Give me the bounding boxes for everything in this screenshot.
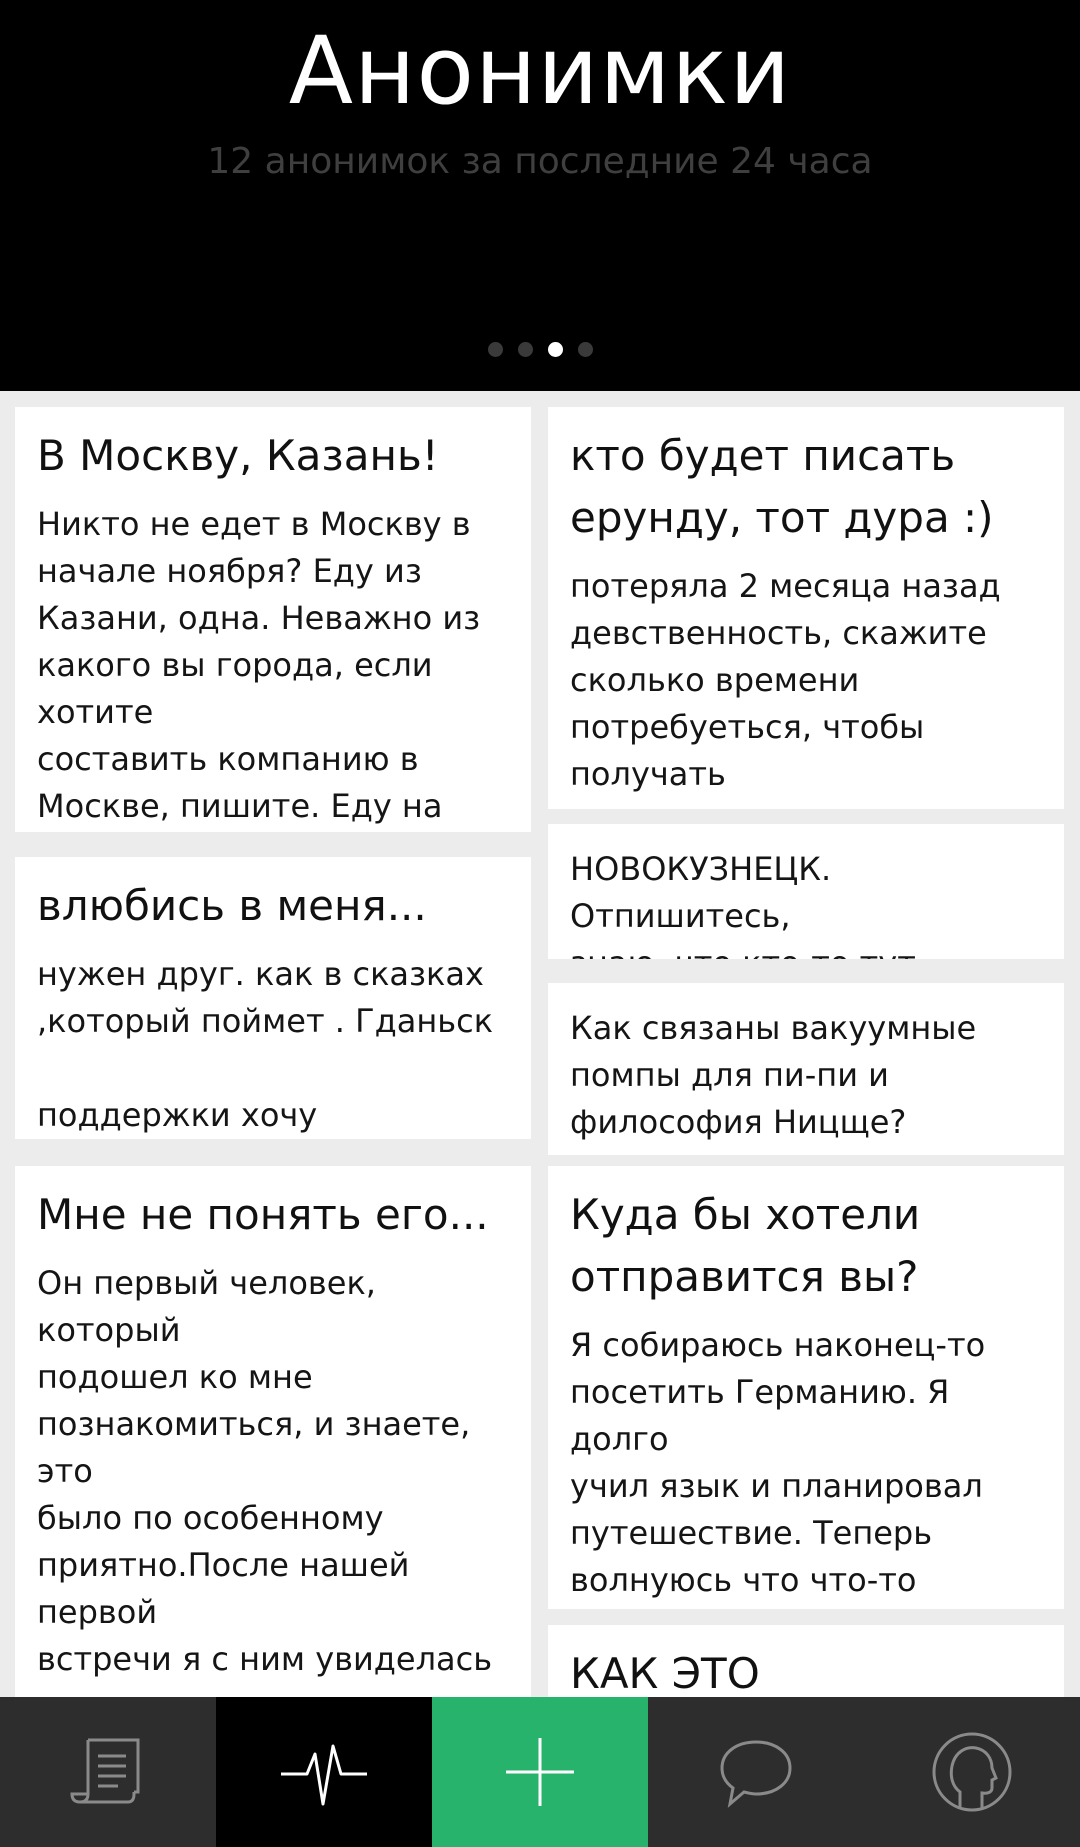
tab-messages[interactable] bbox=[648, 1697, 864, 1847]
scroll-document-icon bbox=[70, 1738, 140, 1804]
page-dot[interactable] bbox=[577, 342, 593, 357]
speech-bubble-icon bbox=[720, 1740, 792, 1808]
post-card[interactable]: Мне не понять его... Он первый человек, … bbox=[15, 1166, 531, 1697]
post-title: влюбись в меня... bbox=[37, 881, 427, 930]
post-title: Мне не понять его... bbox=[37, 1190, 489, 1239]
page-dot[interactable] bbox=[487, 342, 503, 357]
post-body: НОВОКУЗНЕЦК. Отпишитесь, знаю, что кто-т… bbox=[570, 850, 916, 959]
post-title: Куда бы хотели отправится вы? bbox=[570, 1190, 921, 1301]
pulse-activity-icon bbox=[281, 1744, 367, 1806]
post-title: КАК ЭТО bbox=[570, 1649, 760, 1697]
post-card[interactable]: Куда бы хотели отправится вы? Я собираюс… bbox=[548, 1166, 1064, 1609]
post-card[interactable]: КАК ЭТО bbox=[548, 1625, 1064, 1697]
post-body: нужен друг. как в сказках ,который пойме… bbox=[37, 955, 494, 1134]
post-body: Как связаны вакуумные помпы для пи-пи и … bbox=[570, 1009, 977, 1141]
post-card[interactable]: влюбись в меня... нужен друг. как в сказ… bbox=[15, 857, 531, 1139]
page-dot-active[interactable] bbox=[547, 342, 563, 357]
add-post-button[interactable] bbox=[432, 1697, 648, 1847]
post-body: потеряла 2 месяца назад девственность, с… bbox=[570, 567, 1001, 793]
page-subtitle: 12 анонимок за последние 24 часа bbox=[207, 141, 873, 182]
post-card[interactable]: Как связаны вакуумные помпы для пи-пи и … bbox=[548, 983, 1064, 1155]
tab-bar bbox=[0, 1697, 1080, 1847]
page-dot[interactable] bbox=[517, 342, 533, 357]
tab-feed[interactable] bbox=[216, 1697, 432, 1847]
post-body: Я собираюсь наконец-то посетить Германию… bbox=[570, 1326, 986, 1609]
post-title: В Москву, Казань! bbox=[37, 431, 439, 480]
feed[interactable]: В Москву, Казань! Никто не едет в Москву… bbox=[0, 391, 1080, 1697]
tab-profile[interactable] bbox=[864, 1697, 1080, 1847]
header: Анонимки 12 анонимок за последние 24 час… bbox=[0, 0, 1080, 391]
post-body: Никто не едет в Москву в начале ноября? … bbox=[37, 505, 481, 825]
profile-head-icon bbox=[932, 1732, 1012, 1812]
post-card[interactable]: В Москву, Казань! Никто не едет в Москву… bbox=[15, 407, 531, 832]
post-title: кто будет писать ерунду, тот дура :) bbox=[570, 431, 994, 542]
tab-posts[interactable] bbox=[0, 1697, 216, 1847]
plus-icon bbox=[506, 1738, 574, 1806]
page-indicator[interactable] bbox=[0, 342, 1080, 357]
post-card[interactable]: НОВОКУЗНЕЦК. Отпишитесь, знаю, что кто-т… bbox=[548, 824, 1064, 959]
post-body: Он первый человек, который подошел ко мн… bbox=[37, 1264, 493, 1697]
post-card[interactable]: кто будет писать ерунду, тот дура :) пот… bbox=[548, 407, 1064, 809]
page-title: Анонимки bbox=[288, 17, 792, 126]
